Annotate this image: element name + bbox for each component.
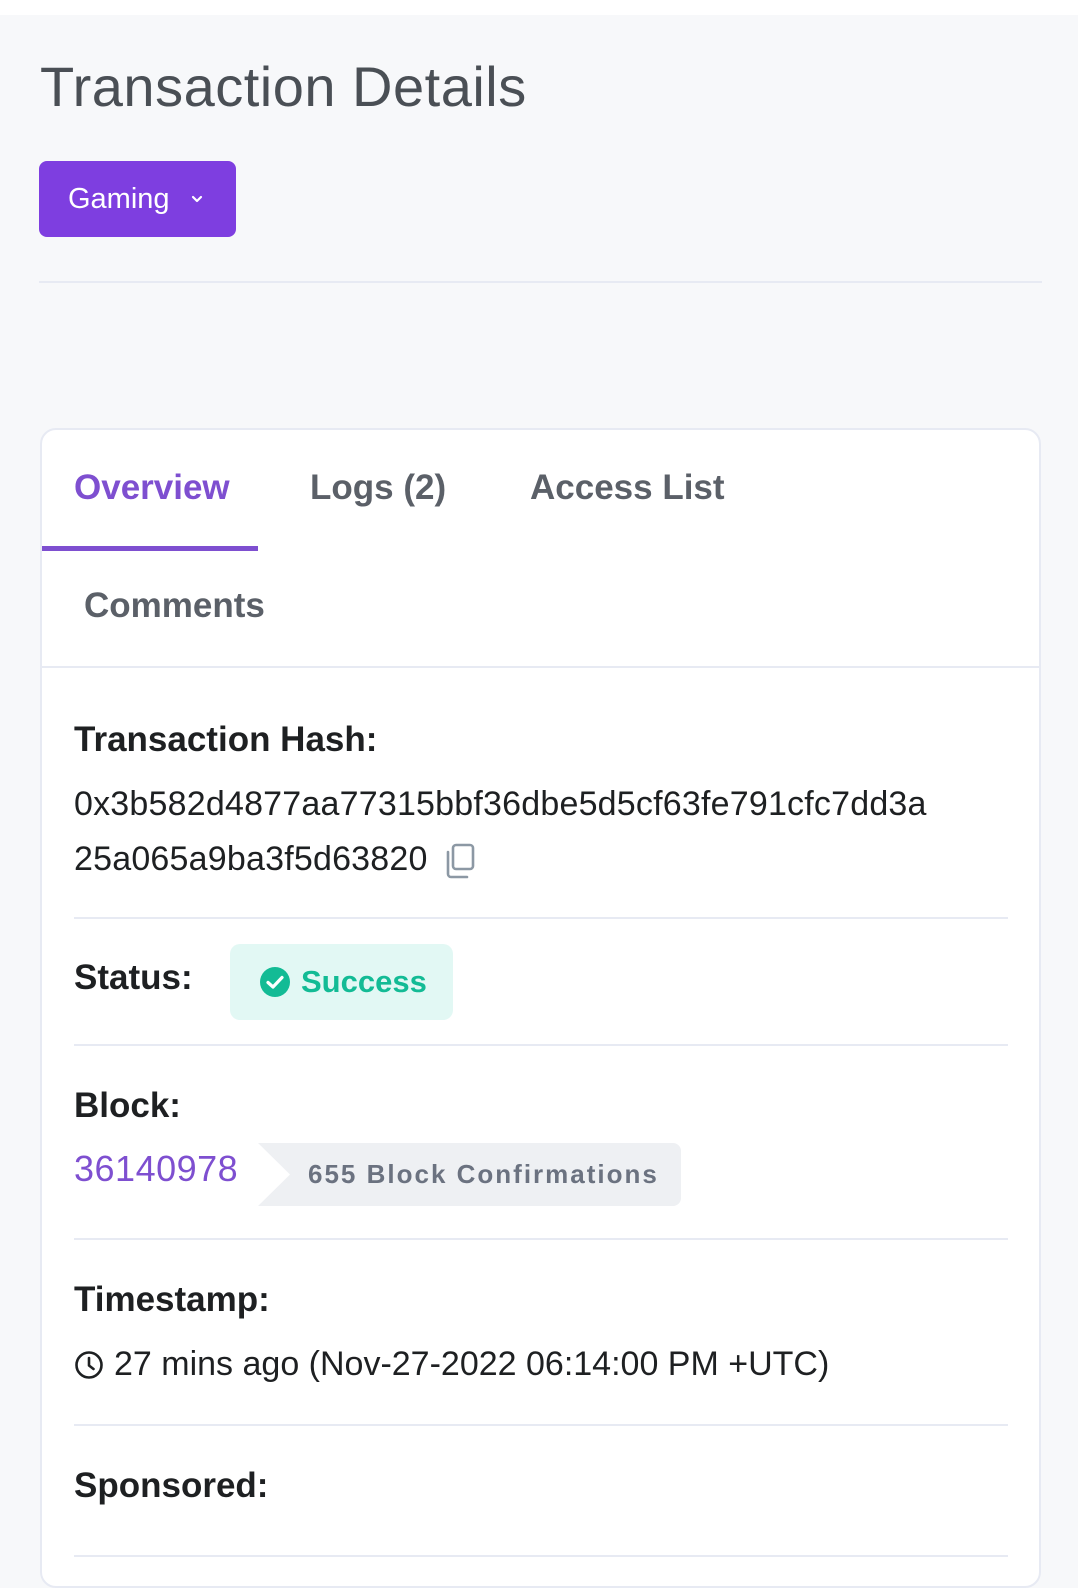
copy-icon[interactable] (444, 843, 478, 879)
hash-value-line2[interactable]: 25a065a9ba3f5d63820 (74, 840, 428, 878)
block-label: Block: (74, 1086, 181, 1125)
tab-logs[interactable]: Logs (2) (310, 468, 446, 508)
timestamp-row: 27 mins ago (Nov-27-2022 06:14:00 PM +UT… (74, 1345, 829, 1384)
timestamp-value: 27 mins ago (Nov-27-2022 06:14:00 PM +UT… (114, 1345, 830, 1383)
row-divider (74, 1238, 1008, 1240)
tabs-divider (42, 666, 1039, 668)
status-badge: Success (230, 944, 453, 1020)
tab-access-list[interactable]: Access List (530, 468, 725, 508)
page-title: Transaction Details (40, 55, 527, 118)
timestamp-label: Timestamp: (74, 1280, 270, 1319)
transaction-card: Overview Logs (2) Access List Comments T… (40, 428, 1041, 1588)
block-confirmations-text: 655 Block Confirmations (308, 1159, 659, 1189)
active-tab-indicator (42, 546, 258, 551)
tab-overview[interactable]: Overview (74, 468, 230, 508)
status-label: Status: (74, 958, 193, 997)
header-divider (39, 281, 1042, 283)
category-dropdown-label: Gaming (68, 182, 170, 215)
status-value: Success (301, 964, 427, 999)
tab-comments[interactable]: Comments (84, 586, 265, 626)
check-circle-icon (260, 967, 290, 997)
block-number-link[interactable]: 36140978 (74, 1148, 238, 1190)
hash-value-line2-wrap: 25a065a9ba3f5d63820 (74, 840, 478, 879)
row-divider (74, 917, 1008, 919)
chevron-down-icon (191, 195, 202, 203)
row-divider (74, 1044, 1008, 1046)
hash-label: Transaction Hash: (74, 720, 378, 759)
row-divider (74, 1424, 1008, 1426)
sponsored-label: Sponsored: (74, 1466, 269, 1505)
hash-value-line1[interactable]: 0x3b582d4877aa77315bbf36dbe5d5cf63fe791c… (74, 785, 927, 824)
category-dropdown[interactable]: Gaming (39, 161, 236, 237)
row-divider (74, 1555, 1008, 1557)
clock-icon (75, 1350, 103, 1379)
top-strip (0, 0, 1078, 15)
block-confirmations-badge: 655 Block Confirmations (258, 1143, 681, 1206)
